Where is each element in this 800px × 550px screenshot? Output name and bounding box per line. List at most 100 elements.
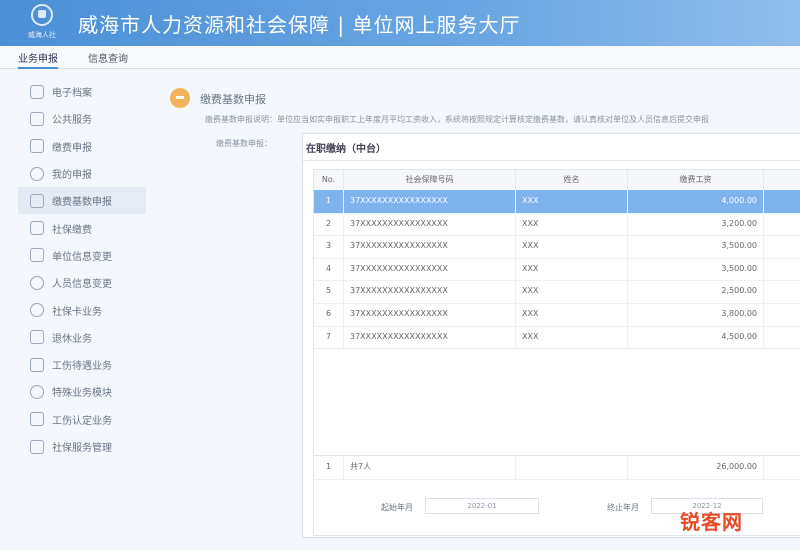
sidebar-item-3[interactable]: 我的申报: [18, 160, 146, 187]
cell-no: 1: [314, 190, 344, 213]
cell-id: 37XXXXXXXXXXXXXXXX: [344, 303, 516, 326]
sidebar-item-label: 工伤认定业务: [52, 415, 112, 427]
cell-no: 4: [314, 257, 344, 281]
sidebar-item-label: 工伤待遇业务: [52, 361, 112, 373]
cell-wage: 4,000.00: [628, 190, 764, 213]
total-label: 共7人: [344, 456, 516, 479]
cell-no: 2: [314, 212, 344, 236]
total-row: 1 共7人 26,000.00: [314, 455, 800, 480]
section-title: 缴费基数申报: [200, 93, 266, 106]
sidebar-item-10[interactable]: 工伤待遇业务: [18, 351, 146, 378]
sidebar-item-13[interactable]: 社保服务管理: [18, 433, 146, 460]
sidebar-item-0[interactable]: 电子档案: [18, 78, 146, 105]
sidebar-item-label: 退休业务: [52, 333, 92, 345]
main-content: 缴费基数申报 缴费基数申报说明：单位应当如实申报职工上年度月平均工资收入，系统将…: [150, 78, 800, 550]
edit-icon: [30, 330, 44, 345]
cell-no: 7: [314, 325, 344, 349]
table-row[interactable]: 2 37XXXXXXXXXXXXXXXX XXX 3,200.00: [314, 212, 800, 237]
employee-grid: No. 社会保障号码 姓名 缴费工资 1 37XXXXXXXXXXXXXXXX XX…: [313, 169, 800, 536]
sidebar-item-label: 社保卡业务: [52, 306, 102, 318]
cell-name: XXX: [516, 257, 628, 281]
sidebar-item-label: 缴费申报: [52, 142, 92, 154]
cell-extra: [764, 303, 800, 326]
document-icon: [30, 139, 44, 154]
logo-text: 威海人社: [28, 31, 56, 39]
sidebar-item-9[interactable]: 退休业务: [18, 324, 146, 351]
table-row[interactable]: 6 37XXXXXXXXXXXXXXXX XXX 3,800.00: [314, 303, 800, 327]
watermark: 锐客网: [680, 510, 743, 534]
document-icon: [30, 357, 44, 372]
panel-divider: [303, 160, 800, 161]
table-row[interactable]: 1 37XXXXXXXXXXXXXXXX XXX 4,000.00: [314, 190, 800, 214]
document-icon: [30, 412, 44, 427]
start-month-input[interactable]: 2022-01: [425, 498, 539, 514]
logo: 威海人社: [20, 4, 64, 42]
column-id[interactable]: 社会保障号码: [344, 170, 516, 190]
cell-name: XXX: [516, 212, 628, 236]
cell-name: XXX: [516, 325, 628, 349]
sidebar-item-label: 电子档案: [52, 88, 92, 100]
table-row[interactable]: 7 37XXXXXXXXXXXXXXXX XXX 4,500.00: [314, 325, 800, 350]
tab-bar: 业务申报 信息查询: [0, 46, 800, 69]
sidebar-item-12[interactable]: 工伤认定业务: [18, 406, 146, 433]
tab-info-query[interactable]: 信息查询: [88, 50, 128, 65]
cell-extra: [764, 326, 800, 349]
cell-name: XXX: [516, 303, 628, 326]
site-title: 威海市人力资源和社会保障 | 单位网上服务大厅: [78, 13, 521, 37]
cell-extra: [764, 235, 800, 258]
cell-name: XXX: [516, 280, 628, 303]
field-label: 缴费基数申报：: [216, 139, 272, 148]
table-row[interactable]: 5 37XXXXXXXXXXXXXXXX XXX 2,500.00: [314, 280, 800, 304]
cell-wage: 3,200.00: [628, 212, 764, 236]
column-no[interactable]: No.: [314, 170, 344, 190]
declare-panel: 在职缴纳（中台） No. 社会保障号码 姓名 缴费工资 1 37XXXXXXXXX…: [302, 133, 800, 538]
cell-extra: [764, 258, 800, 281]
tab-business-declare[interactable]: 业务申报: [18, 50, 58, 69]
cell-name: XXX: [516, 235, 628, 258]
sidebar: 电子档案公共服务缴费申报我的申报缴费基数申报 社保缴费单位信息变更人员信息变更社保…: [18, 78, 146, 460]
sidebar-item-label: 特殊业务模块: [52, 388, 112, 400]
cell-id: 37XXXXXXXXXXXXXXXX: [344, 325, 516, 349]
cell-extra: [764, 190, 800, 213]
total-name: [516, 456, 628, 479]
cell-wage: 3,500.00: [628, 257, 764, 281]
sidebar-item-label: 单位信息变更: [52, 251, 112, 263]
panel-title: 在职缴纳（中台）: [306, 144, 386, 155]
section-notice: 缴费基数申报说明：单位应当如实申报职工上年度月平均工资收入，系统将按照规定计算核…: [205, 115, 709, 124]
section-icon: [170, 88, 190, 108]
document-icon: [30, 111, 44, 126]
cell-extra: [764, 280, 800, 303]
sidebar-item-6[interactable]: 单位信息变更: [18, 242, 146, 269]
column-extra: [764, 170, 800, 190]
sidebar-item-7[interactable]: 人员信息变更: [18, 269, 146, 296]
sidebar-item-label: 我的申报: [52, 170, 92, 182]
table-row[interactable]: 4 37XXXXXXXXXXXXXXXX XXX 3,500.00: [314, 257, 800, 282]
user-icon: [30, 166, 44, 181]
sidebar-item-4[interactable]: 缴费基数申报: [18, 187, 146, 215]
cell-id: 37XXXXXXXXXXXXXXXX: [344, 212, 516, 236]
card-icon: [30, 221, 44, 236]
emblem-icon: [31, 4, 53, 26]
sidebar-item-11[interactable]: 特殊业务模块: [18, 378, 146, 405]
cell-wage: 3,800.00: [628, 303, 764, 326]
table-row[interactable]: 3 37XXXXXXXXXXXXXXXX XXX 3,500.00: [314, 235, 800, 259]
cell-wage: 4,500.00: [628, 325, 764, 349]
sidebar-item-label: 公共服务: [52, 115, 92, 127]
edit-icon: [30, 439, 44, 454]
sidebar-item-2[interactable]: 缴费申报: [18, 133, 146, 160]
sidebar-item-label: 社保服务管理: [52, 443, 112, 454]
sidebar-item-8[interactable]: 社保卡业务: [18, 296, 146, 323]
column-name[interactable]: 姓名: [516, 170, 628, 190]
document-icon: [30, 193, 44, 208]
user-icon: [30, 384, 44, 399]
cell-id: 37XXXXXXXXXXXXXXXX: [344, 235, 516, 258]
cell-extra: [764, 213, 800, 236]
cell-no: 3: [314, 235, 344, 258]
user-edit-icon: [30, 275, 44, 290]
grid-header: No. 社会保障号码 姓名 缴费工资: [314, 170, 800, 191]
sidebar-item-1[interactable]: 公共服务: [18, 105, 146, 132]
cloud-icon: [30, 303, 44, 318]
column-wage[interactable]: 缴费工资: [628, 170, 764, 190]
sidebar-item-5[interactable]: 社保缴费: [18, 214, 146, 241]
cell-wage: 3,500.00: [628, 235, 764, 258]
